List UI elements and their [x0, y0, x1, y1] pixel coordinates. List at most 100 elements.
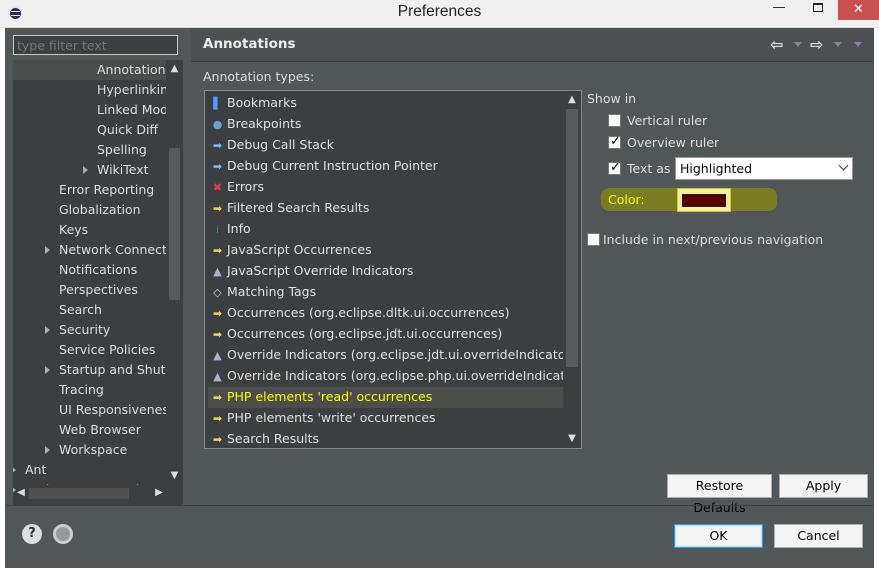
close-button[interactable]: ✕ — [838, 0, 879, 20]
arrow-right-icon: ➡ — [212, 391, 223, 404]
forward-dropdown-icon[interactable] — [834, 42, 842, 47]
scroll-down-icon[interactable]: ▼ — [169, 469, 180, 483]
info-icon: i — [215, 223, 220, 236]
scroll-down-icon[interactable]: ▼ — [566, 432, 578, 446]
tree-vertical-scrollbar[interactable]: ▲ ▼ — [166, 60, 183, 485]
arrow-right-icon: ➡ — [212, 328, 223, 341]
annotation-list-scrollbar[interactable]: ▲ ▼ — [563, 91, 581, 448]
tree-item-label: Notifications — [59, 262, 138, 277]
tree-item[interactable]: WikiText — [97, 160, 149, 180]
annotation-type-item[interactable]: ➡ JavaScript Occurrences — [208, 240, 563, 261]
scroll-left-icon[interactable]: ◀ — [15, 487, 27, 499]
tree-item[interactable]: Error Reporting — [59, 180, 154, 200]
annotation-type-item[interactable]: ▲ Override Indicators (org.eclipse.jdt.ui… — [208, 345, 575, 366]
filter-input[interactable] — [13, 35, 178, 55]
scrollbar-thumb[interactable] — [29, 488, 129, 499]
apply-button[interactable]: Apply — [779, 474, 868, 498]
annotation-type-item[interactable]: ➡ Occurrences (org.eclipse.dltk.ui.occurr… — [208, 303, 563, 324]
back-arrow-icon[interactable]: ⇦ — [770, 35, 783, 54]
annotation-type-item[interactable]: ➡ Filtered Search Results — [208, 198, 563, 219]
tree-item[interactable]: Web Browser — [59, 420, 141, 440]
tree-item[interactable]: Globalization — [59, 200, 141, 220]
tree-item[interactable]: Workspace — [59, 440, 127, 460]
help-icon[interactable]: ? — [22, 524, 42, 544]
tree-item[interactable]: Tracing — [59, 380, 104, 400]
annotation-type-item[interactable]: ▲ JavaScript Override Indicators — [208, 261, 563, 282]
left-panel: Code RecommendersAntWorkspaceWeb Browser… — [5, 28, 185, 505]
tree-item[interactable]: Hyperlinking — [97, 80, 176, 100]
annotation-type-item[interactable]: ➡ PHP elements 'write' occurrences — [208, 408, 563, 429]
annotation-type-label: Bookmarks — [227, 95, 297, 110]
annotation-type-item[interactable]: ➡ Search Results — [208, 429, 563, 448]
scroll-right-icon[interactable]: ▶ — [153, 487, 165, 499]
preferences-dialog: Code RecommendersAntWorkspaceWeb Browser… — [5, 28, 874, 568]
expand-arrow-icon[interactable] — [13, 466, 16, 474]
tree-item[interactable]: Keys — [59, 220, 88, 240]
tree-item-label: UI Responsiveness — [59, 402, 176, 417]
annotation-type-item[interactable]: ✖ Errors — [208, 177, 563, 198]
tree-item[interactable]: Annotations — [13, 60, 172, 80]
tree-item[interactable]: Ant — [25, 460, 46, 480]
expand-arrow-icon[interactable] — [45, 446, 50, 454]
text-style-select[interactable]: Highlighted — [675, 157, 853, 180]
tree-horizontal-scrollbar[interactable]: ◀ ▶ — [13, 485, 166, 502]
expand-arrow-icon[interactable] — [45, 366, 50, 374]
overview-ruler-checkbox[interactable] — [608, 134, 621, 149]
expand-arrow-icon[interactable] — [45, 326, 50, 334]
include-navigation-checkbox[interactable] — [587, 233, 600, 246]
scrollbar-thumb[interactable] — [169, 148, 180, 300]
tree-item-label: Globalization — [59, 202, 141, 217]
tree-item[interactable]: Linked Mode — [97, 100, 176, 120]
tree-item-label: Network Connections — [59, 242, 183, 257]
expand-arrow-icon[interactable] — [83, 166, 88, 174]
ok-button[interactable]: OK — [674, 524, 763, 548]
annotation-type-item[interactable]: ➡ Debug Current Instruction Pointer — [208, 156, 563, 177]
scrollbar-thumb[interactable] — [566, 109, 578, 367]
tree-item-label: Linked Mode — [97, 102, 176, 117]
tree-item[interactable]: Service Policies — [59, 340, 155, 360]
annotation-type-label: Debug Current Instruction Pointer — [227, 158, 438, 173]
tree-item[interactable]: Perspectives — [59, 280, 138, 300]
tree-item[interactable]: Notifications — [59, 260, 137, 280]
tree-item[interactable]: Search — [59, 300, 102, 320]
annotation-type-item[interactable]: ➡ Occurrences (org.eclipse.jdt.ui.occurre… — [208, 324, 563, 345]
annotation-type-item[interactable]: i Info — [208, 219, 563, 240]
arrow-right-icon: ➡ — [212, 307, 223, 320]
expand-arrow-icon[interactable] — [45, 246, 50, 254]
annotation-type-item[interactable]: ➡ Debug Call Stack — [208, 135, 563, 156]
vertical-ruler-checkbox[interactable] — [608, 114, 621, 127]
color-picker-button[interactable] — [677, 188, 731, 212]
tree-item-label: Hyperlinking — [97, 82, 176, 97]
tree-item[interactable]: Quick Diff — [97, 120, 158, 140]
back-dropdown-icon[interactable] — [794, 42, 802, 47]
annotation-type-item[interactable]: ▲ Override Indicators (org.eclipse.php.ui… — [208, 366, 581, 387]
tree-item[interactable]: Security — [59, 320, 110, 340]
expand-arrow-icon[interactable] — [13, 486, 16, 494]
tree-item[interactable]: Spelling — [97, 140, 147, 160]
restore-defaults-button[interactable]: Restore Defaults — [667, 474, 772, 515]
annotation-type-item[interactable]: ● Breakpoints — [208, 114, 563, 135]
minimize-button[interactable]: — — [766, 0, 792, 20]
scroll-up-icon[interactable]: ▲ — [566, 93, 578, 107]
arrow-right-icon: ➡ — [212, 412, 223, 425]
annotation-type-item[interactable]: ◇ Matching Tags — [208, 282, 563, 303]
tree-item[interactable]: Startup and Shutdown — [59, 360, 183, 380]
arrow-right-icon: ➡ — [212, 202, 223, 215]
annotation-type-item[interactable]: ➡ PHP elements 'read' occurrences — [208, 387, 563, 408]
window-title: Preferences — [397, 3, 482, 20]
tree-item-label: Error Reporting — [59, 182, 155, 197]
tree-item[interactable]: Network Connections — [59, 240, 183, 260]
tree-item[interactable]: UI Responsiveness — [59, 400, 175, 420]
open-tips-icon[interactable] — [53, 524, 73, 544]
cancel-button[interactable]: Cancel — [774, 524, 863, 548]
tree-item-label: Ant — [25, 462, 47, 477]
text-as-checkbox[interactable] — [608, 160, 621, 175]
view-menu-icon[interactable] — [854, 42, 862, 47]
annotation-types-list: ➡ Search Results ➡ PHP elements 'write' occ… — [204, 90, 582, 449]
tree-item-label: Service Policies — [59, 342, 156, 357]
tree-item-label: Perspectives — [59, 282, 138, 297]
maximize-button[interactable] — [806, 0, 832, 20]
annotation-type-item[interactable]: ▌ Bookmarks — [208, 93, 563, 114]
forward-arrow-icon[interactable]: ⇨ — [810, 35, 823, 54]
scroll-up-icon[interactable]: ▲ — [169, 62, 180, 76]
